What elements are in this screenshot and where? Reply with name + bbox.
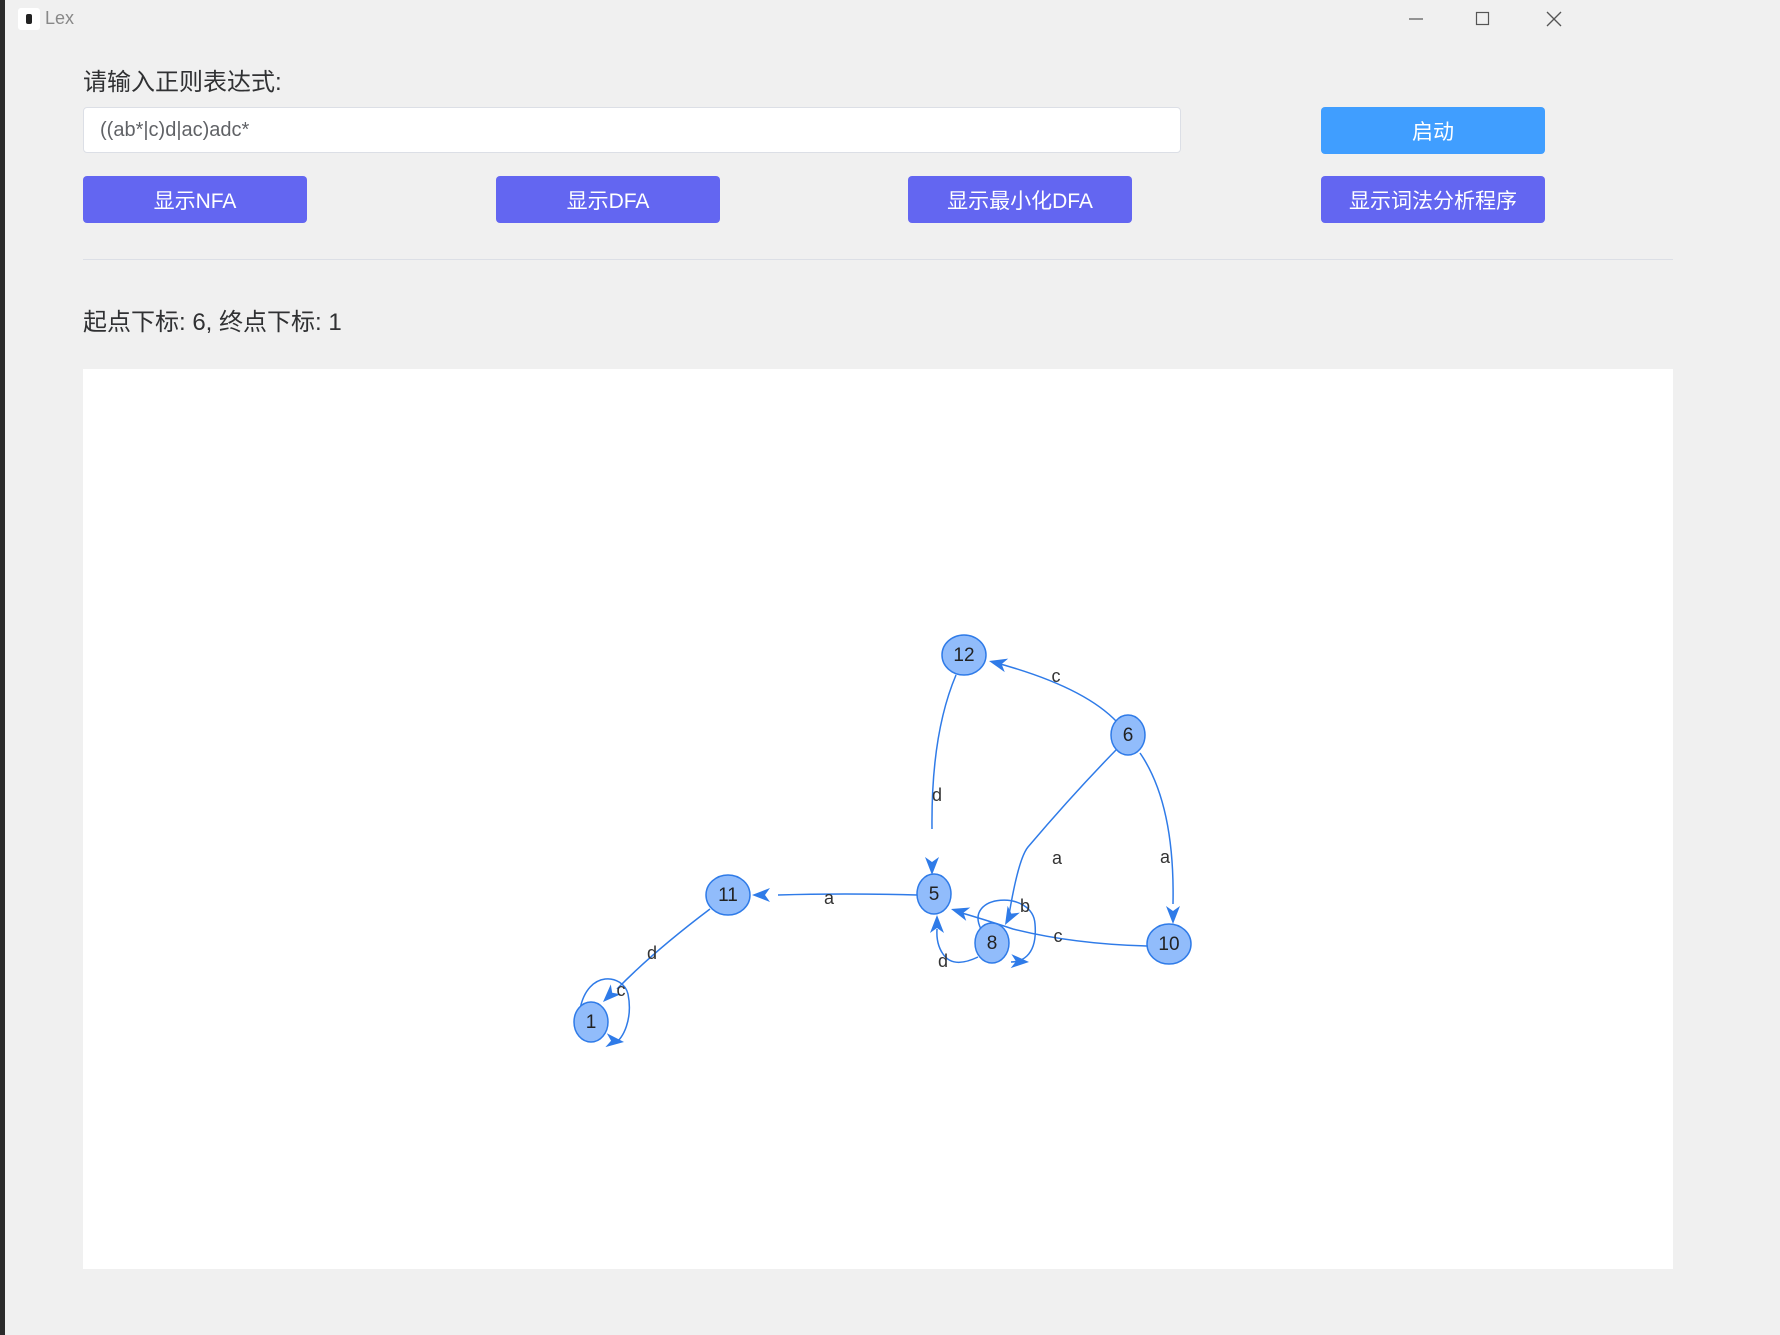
graph-edge-6-12[interactable]: c [989,658,1118,723]
edge-label: a [1052,848,1063,868]
edge-arrowhead [752,888,770,902]
minimize-button[interactable] [1381,0,1451,38]
edge-label: d [647,943,657,963]
app-icon [18,8,40,30]
graph-node-10[interactable]: 10 [1146,923,1192,965]
graph-node-5[interactable]: 5 [916,873,952,915]
show-dfa-button[interactable]: 显示DFA [496,176,720,223]
edge-label: a [1160,847,1171,867]
graph-node-11[interactable]: 11 [705,874,751,916]
main-content: 请输入正则表达式: 启动 显示NFA 显示DFA 显示最小化DFA 显示词法分析… [5,40,1780,1335]
edge-label: c [1054,926,1063,946]
edge-arrowhead [925,857,939,875]
node-label: 6 [1123,725,1134,746]
edge-line [1139,752,1174,905]
edge-line [616,908,711,990]
app-window: Lex 请输入正则表达式: 启动 显示NFA 显示DFA 显示最小化DFA 显示… [5,0,1780,1335]
edge-arrowhead [1005,905,1020,925]
title-bar: Lex [5,0,1780,40]
node-label: 1 [586,1012,597,1033]
status-text: 起点下标: 6, 终点下标: 1 [83,309,342,336]
node-label: 11 [718,885,738,906]
maximize-icon [1475,11,1490,26]
edge-label: d [932,785,942,805]
graph-node-8[interactable]: 8 [974,922,1010,964]
edge-arrowhead [605,1033,624,1048]
node-label: 8 [987,933,998,954]
regex-prompt-label: 请输入正则表达式: [83,69,282,96]
close-button[interactable] [1519,0,1589,38]
graph-node-6[interactable]: 6 [1110,714,1146,756]
show-lexer-button[interactable]: 显示词法分析程序 [1321,176,1545,223]
maximize-button[interactable] [1448,0,1518,38]
minimize-icon [1409,18,1423,20]
graph-edge-5-11[interactable]: a [752,888,918,908]
edge-line [931,674,957,830]
start-button[interactable]: 启动 [1321,107,1545,154]
graph-edge-8-5[interactable]: d [930,915,979,971]
divider [83,259,1673,260]
edge-label: a [824,888,835,908]
regex-input[interactable] [83,107,1181,153]
edge-label: d [938,951,948,971]
graph-edge-12-5[interactable]: d [925,674,957,875]
graph-edge-6-10[interactable]: a [1139,752,1180,924]
show-min-dfa-button[interactable]: 显示最小化DFA [908,176,1132,223]
edge-line [777,893,918,896]
edge-arrowhead [1166,906,1180,924]
close-icon [1546,11,1562,27]
show-nfa-button[interactable]: 显示NFA [83,176,307,223]
dfa-graph[interactable]: c d a a a b c d d c 12 6 5 11 8 10 1 [83,369,1673,1269]
window-title: Lex [45,8,75,28]
graph-panel[interactable]: c d a a a b c d d c 12 6 5 11 8 10 1 [83,369,1673,1269]
node-label: 10 [1158,934,1179,955]
graph-node-1[interactable]: 1 [573,1001,609,1043]
edge-label: c [1052,666,1061,686]
edge-label: c [617,980,626,1000]
node-label: 5 [929,884,940,905]
edge-label: b [1020,896,1030,916]
node-label: 12 [953,645,974,666]
graph-node-12[interactable]: 12 [941,634,987,676]
